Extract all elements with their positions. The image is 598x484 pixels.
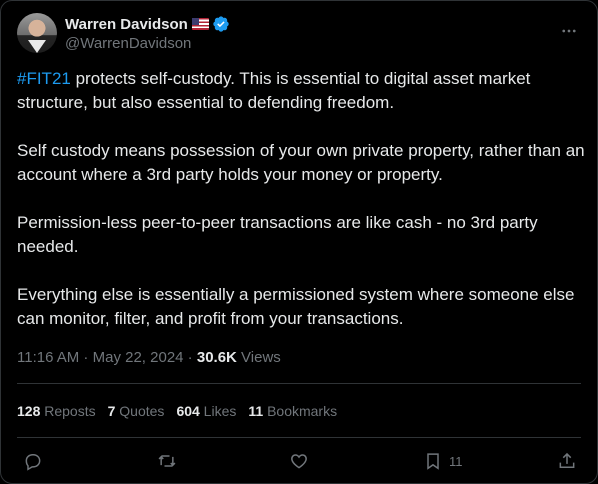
quotes-stat[interactable]: 7 Quotes [108,403,165,419]
tweet-paragraph-text: protects self-custody. This is essential… [17,69,531,112]
tweet-paragraph: #FIT21 protects self-custody. This is es… [17,67,587,115]
more-options-icon[interactable] [559,21,579,41]
avatar[interactable] [17,13,57,53]
views-count[interactable]: 30.6K [197,349,237,366]
reposts-stat[interactable]: 128 Reposts [17,403,96,419]
tweet-header: Warren Davidson @WarrenDavidson [17,13,585,53]
meta-separator: · [183,348,197,366]
tweet-paragraph: Self custody means possession of your ow… [17,141,585,184]
bookmarks-count: 11 [248,403,264,419]
reply-button[interactable] [23,449,43,473]
reposts-count: 128 [17,403,41,419]
reposts-label: Reposts [40,403,96,419]
views-label: Views [236,348,281,366]
tweet-text: #FIT21 protects self-custody. This is es… [17,67,587,355]
author-handle[interactable]: @WarrenDavidson [65,35,230,52]
tweet-date[interactable]: May 22, 2024 [93,349,184,366]
bookmark-icon [427,453,439,470]
hashtag-link[interactable]: #FIT21 [17,69,71,88]
tweet-paragraph: Permission-less peer-to-peer transaction… [17,213,538,256]
likes-stat[interactable]: 604 Likes [176,403,236,419]
divider [17,383,581,384]
engagement-stats: 128 Reposts 7 Quotes 604 Likes 11 Bookma… [17,401,349,421]
likes-count: 604 [176,403,200,419]
bookmarks-stat[interactable]: 11 Bookmarks [248,403,337,419]
bookmarks-label: Bookmarks [263,403,338,419]
quotes-label: Quotes [115,403,165,419]
tweet-card: Warren Davidson @WarrenDavidson #FIT21 p… [0,0,598,484]
repost-button[interactable] [157,449,177,473]
us-flag-icon [191,18,209,30]
reply-icon [25,454,41,471]
repost-icon [158,455,176,467]
divider [17,437,581,438]
verified-badge-icon[interactable] [212,15,230,33]
share-icon [559,452,575,468]
author-name[interactable]: Warren Davidson [65,16,188,33]
bookmark-button[interactable]: 11 [423,449,463,473]
bookmark-count: 11 [449,453,463,469]
tweet-paragraph: Everything else is essentially a permiss… [17,285,575,328]
tweet-time[interactable]: 11:16 AM [17,349,79,366]
heart-icon [291,454,307,469]
author-name-row: Warren Davidson [65,14,230,34]
like-button[interactable] [289,449,309,473]
author-identity: Warren Davidson @WarrenDavidson [65,14,230,52]
meta-separator: · [79,348,93,366]
likes-label: Likes [199,403,237,419]
action-bar: 11 [17,449,581,473]
share-button[interactable] [557,449,577,473]
tweet-meta: 11:16 AM · May 22, 2024 · 30.6K Views [17,347,281,367]
